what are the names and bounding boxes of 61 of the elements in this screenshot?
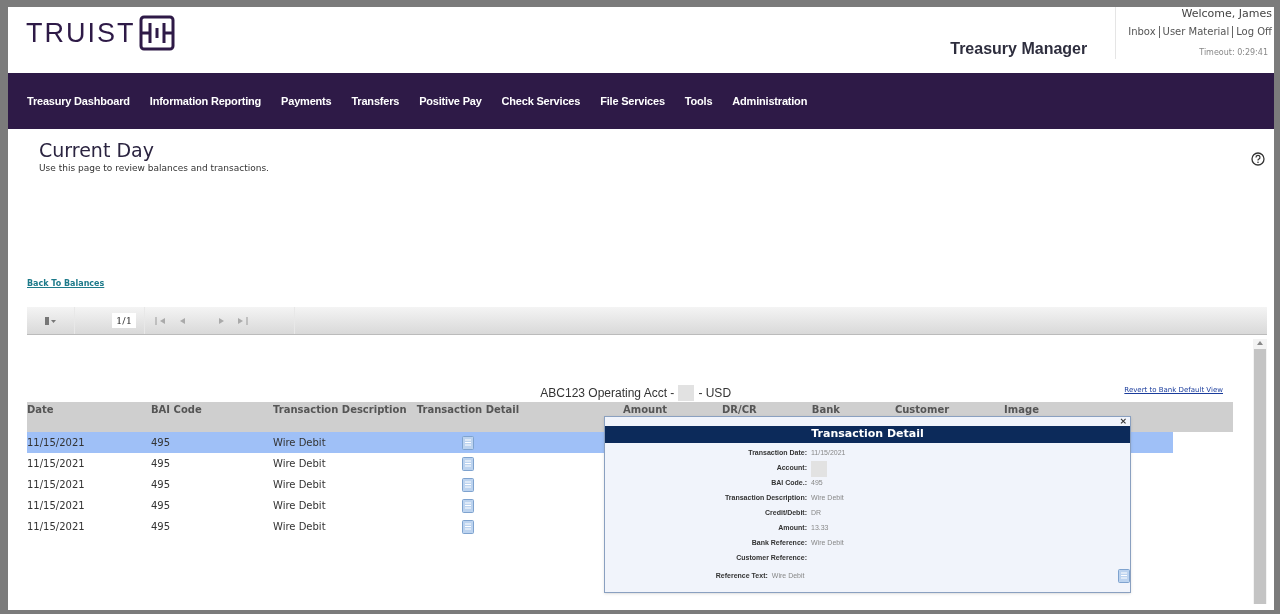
page-indicator: 1/1 — [111, 313, 136, 328]
description-cell-text: Wire Debit — [273, 520, 327, 534]
date-cell-text: 11/15/2021 — [27, 457, 86, 471]
nav-item[interactable]: Transfers — [351, 92, 400, 110]
description-cell-text: Wire Debit — [273, 478, 327, 492]
header-link[interactable]: User Material — [1162, 25, 1230, 39]
column-header: Customer — [894, 403, 950, 416]
bai-code-cell-text: 495 — [151, 478, 172, 492]
scroll-thumb[interactable] — [1254, 349, 1266, 604]
column-header: Image — [1004, 403, 1039, 416]
column-header: DR/CR — [722, 403, 757, 416]
nav-item[interactable]: Check Services — [501, 92, 581, 110]
back-link[interactable]: Back To Balances — [27, 278, 105, 290]
nav-item[interactable]: Information Reporting — [149, 92, 262, 110]
logo-icon — [138, 15, 175, 51]
date-cell-text: 11/15/2021 — [27, 499, 86, 513]
nav-item[interactable]: Positive Pay — [419, 92, 482, 110]
brand-logo-text: TRUIST — [26, 19, 136, 47]
bai-code-cell-text: 495 — [151, 499, 172, 513]
bai-code-cell-text: 495 — [151, 436, 172, 450]
nav-item[interactable]: File Services — [600, 92, 665, 110]
column-header: Amount — [623, 403, 668, 416]
date-cell-text: 11/15/2021 — [27, 478, 86, 492]
last-page-icon[interactable] — [235, 315, 249, 326]
page-title: Current Day — [39, 138, 155, 162]
document-icon[interactable] — [1118, 569, 1130, 583]
columns-menu-icon[interactable] — [44, 315, 57, 326]
header-link[interactable]: Inbox — [1128, 25, 1156, 39]
document-icon[interactable] — [462, 519, 474, 534]
bai-code-cell-text: 495 — [151, 457, 172, 471]
column-header: Transaction Description — [273, 403, 408, 416]
description-cell-text: Wire Debit — [273, 499, 327, 513]
nav-item[interactable]: Tools — [684, 92, 713, 110]
scroll-up-icon[interactable] — [1256, 339, 1264, 347]
column-header: Date — [27, 403, 55, 416]
column-header: Transaction Detail — [415, 403, 521, 416]
column-header: Bank — [811, 403, 840, 416]
document-icon[interactable] — [462, 435, 474, 450]
document-icon[interactable] — [462, 498, 474, 513]
app-title: Treasury Manager — [950, 39, 1088, 59]
description-cell-text: Wire Debit — [273, 436, 327, 450]
date-cell-text: 11/15/2021 — [27, 520, 86, 534]
date-cell-text: 11/15/2021 — [27, 436, 86, 450]
help-icon[interactable] — [1251, 152, 1265, 166]
timeout-text: Timeout: 0:29:41 — [1199, 47, 1268, 59]
nav-item[interactable]: Administration — [732, 92, 808, 110]
page-subtitle: Use this page to review balances and transactions. — [39, 162, 269, 174]
account-currency: - USD — [698, 385, 732, 402]
account-title: ABC123 Operating Acct - — [540, 385, 675, 402]
description-cell-text: Wire Debit — [273, 457, 327, 471]
redacted-value — [678, 385, 695, 401]
nav-item[interactable]: Payments — [281, 92, 332, 110]
bai-code-cell-text: 495 — [151, 520, 172, 534]
welcome-text: Welcome, James — [1181, 7, 1272, 21]
column-header: BAI Code — [151, 403, 203, 416]
document-icon[interactable] — [462, 456, 474, 471]
nav-item[interactable]: Treasury Dashboard — [27, 92, 130, 110]
document-icon[interactable] — [462, 477, 474, 492]
redacted-value — [811, 460, 827, 477]
header-link[interactable]: Log Off — [1236, 25, 1272, 39]
close-button[interactable]: × — [1119, 417, 1127, 426]
